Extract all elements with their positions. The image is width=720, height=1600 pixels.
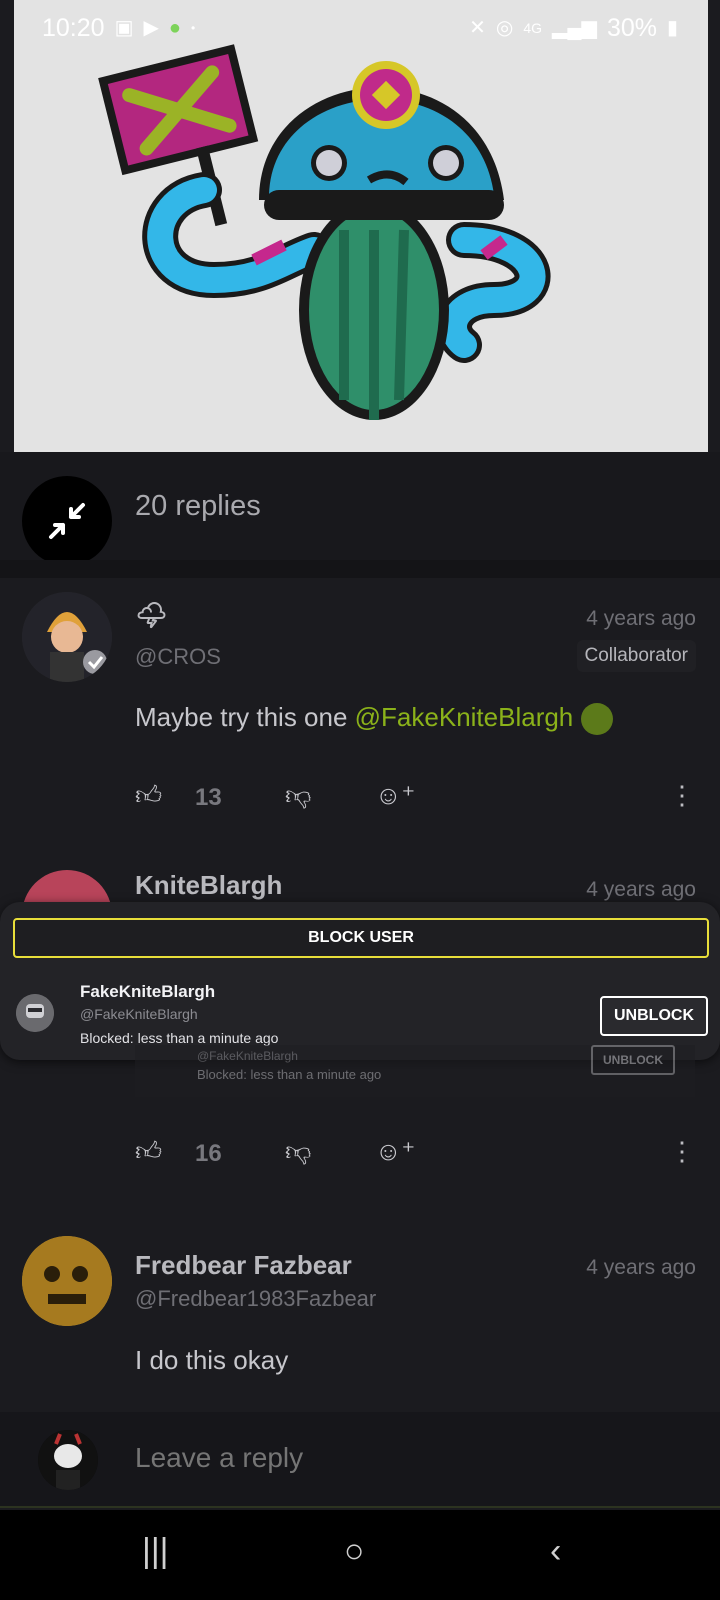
- dislike-icon[interactable]: 👎︎: [285, 1136, 311, 1167]
- cat-emoji-icon: [580, 703, 613, 736]
- system-nav-bar: ||| ○ ‹: [0, 1510, 720, 1600]
- blocked-user-handle: @FakeKniteBlargh: [80, 1006, 198, 1022]
- comment-handle[interactable]: @CROS: [135, 644, 221, 670]
- comment-author[interactable]: Fredbear Fazbear: [135, 1250, 352, 1281]
- robot-avatar-icon: [16, 994, 54, 1032]
- status-bar: 10:20 ▣ ▶ ● • ✕ ◎ 4G ▂▄▆ 30% ▮: [0, 0, 720, 56]
- mute-icon: ✕: [469, 17, 486, 39]
- avatar[interactable]: [22, 592, 112, 682]
- like-icon[interactable]: 👍︎: [135, 1136, 162, 1167]
- dislike-icon[interactable]: 👎︎: [285, 780, 311, 811]
- comment-text-body: Maybe try this one: [135, 702, 355, 732]
- collapse-button[interactable]: [22, 476, 112, 566]
- like-count: 16: [195, 1140, 222, 1167]
- add-reaction-icon[interactable]: ☺⁺: [375, 1136, 415, 1167]
- like-icon[interactable]: 👍︎: [135, 780, 162, 811]
- home-icon[interactable]: ○: [344, 1532, 365, 1571]
- add-reaction-icon[interactable]: ☺⁺: [375, 780, 415, 811]
- comment-emoji: 🌩: [135, 600, 169, 630]
- blocked-user-name: FakeKniteBlargh: [80, 982, 216, 1001]
- comment-text: Maybe try this one @FakeKniteBlargh: [135, 702, 613, 736]
- post-image[interactable]: [14, 0, 708, 452]
- comment-time: 4 years ago: [586, 1256, 696, 1279]
- back-icon[interactable]: ‹: [550, 1532, 561, 1571]
- comment-actions: 👍︎ 16 👎︎ ☺⁺ ⋮: [135, 1136, 695, 1176]
- dot-icon: •: [190, 21, 196, 35]
- user-avatar-icon: [38, 1430, 98, 1490]
- avatar-image: [22, 592, 112, 682]
- status-time: 10:20: [42, 13, 105, 42]
- recent-apps-icon[interactable]: |||: [142, 1532, 169, 1571]
- android-icon: ●: [168, 17, 181, 39]
- replies-count: 20 replies: [135, 490, 261, 522]
- collaborator-badge: Collaborator: [576, 640, 696, 672]
- comment-author[interactable]: KniteBlargh: [135, 870, 282, 901]
- collapse-icon: [49, 503, 85, 539]
- blocked-user-avatar: [16, 994, 54, 1032]
- video-icon: ▶: [143, 17, 159, 39]
- battery-level: 30%: [606, 13, 657, 42]
- comment-handle[interactable]: @Fredbear1983Fazbear: [135, 1286, 376, 1312]
- current-user-avatar: [38, 1430, 98, 1490]
- like-count: 13: [195, 784, 222, 811]
- embedded-unblock-button[interactable]: UNBLOCK: [591, 1045, 675, 1075]
- more-options-icon[interactable]: ⋮: [669, 780, 695, 811]
- embedded-handle: @FakeKniteBlargh: [197, 1049, 298, 1063]
- more-options-icon[interactable]: ⋮: [669, 1136, 695, 1167]
- avatar[interactable]: [22, 1236, 112, 1326]
- battery-icon: ▮: [666, 17, 678, 39]
- jellyfish-illustration: [98, 44, 551, 420]
- comment-time: 4 years ago: [586, 607, 696, 630]
- embedded-block-card: @FakeKniteBlargh Blocked: less than a mi…: [135, 1045, 695, 1097]
- comment-text: I do this okay: [135, 1345, 289, 1375]
- blocked-time: Blocked: less than a minute ago: [80, 1030, 279, 1046]
- comment-actions: 👍︎ 13 👎︎ ☺⁺ ⋮: [135, 780, 695, 820]
- 4g-icon: 4G: [523, 20, 542, 36]
- hotspot-icon: ◎: [495, 17, 514, 39]
- comment-time: 4 years ago: [586, 878, 696, 901]
- unblock-button[interactable]: UNBLOCK: [600, 996, 708, 1036]
- signal-icon: ▂▄▆: [552, 17, 597, 39]
- mention-link[interactable]: @FakeKniteBlargh: [355, 702, 574, 732]
- image-icon: ▣: [114, 17, 134, 39]
- embedded-blocked-time: Blocked: less than a minute ago: [197, 1067, 382, 1082]
- divider: [0, 560, 720, 578]
- reply-input[interactable]: [135, 1442, 695, 1474]
- block-user-button[interactable]: BLOCK USER: [13, 918, 709, 958]
- bear-avatar-icon: [22, 1236, 112, 1326]
